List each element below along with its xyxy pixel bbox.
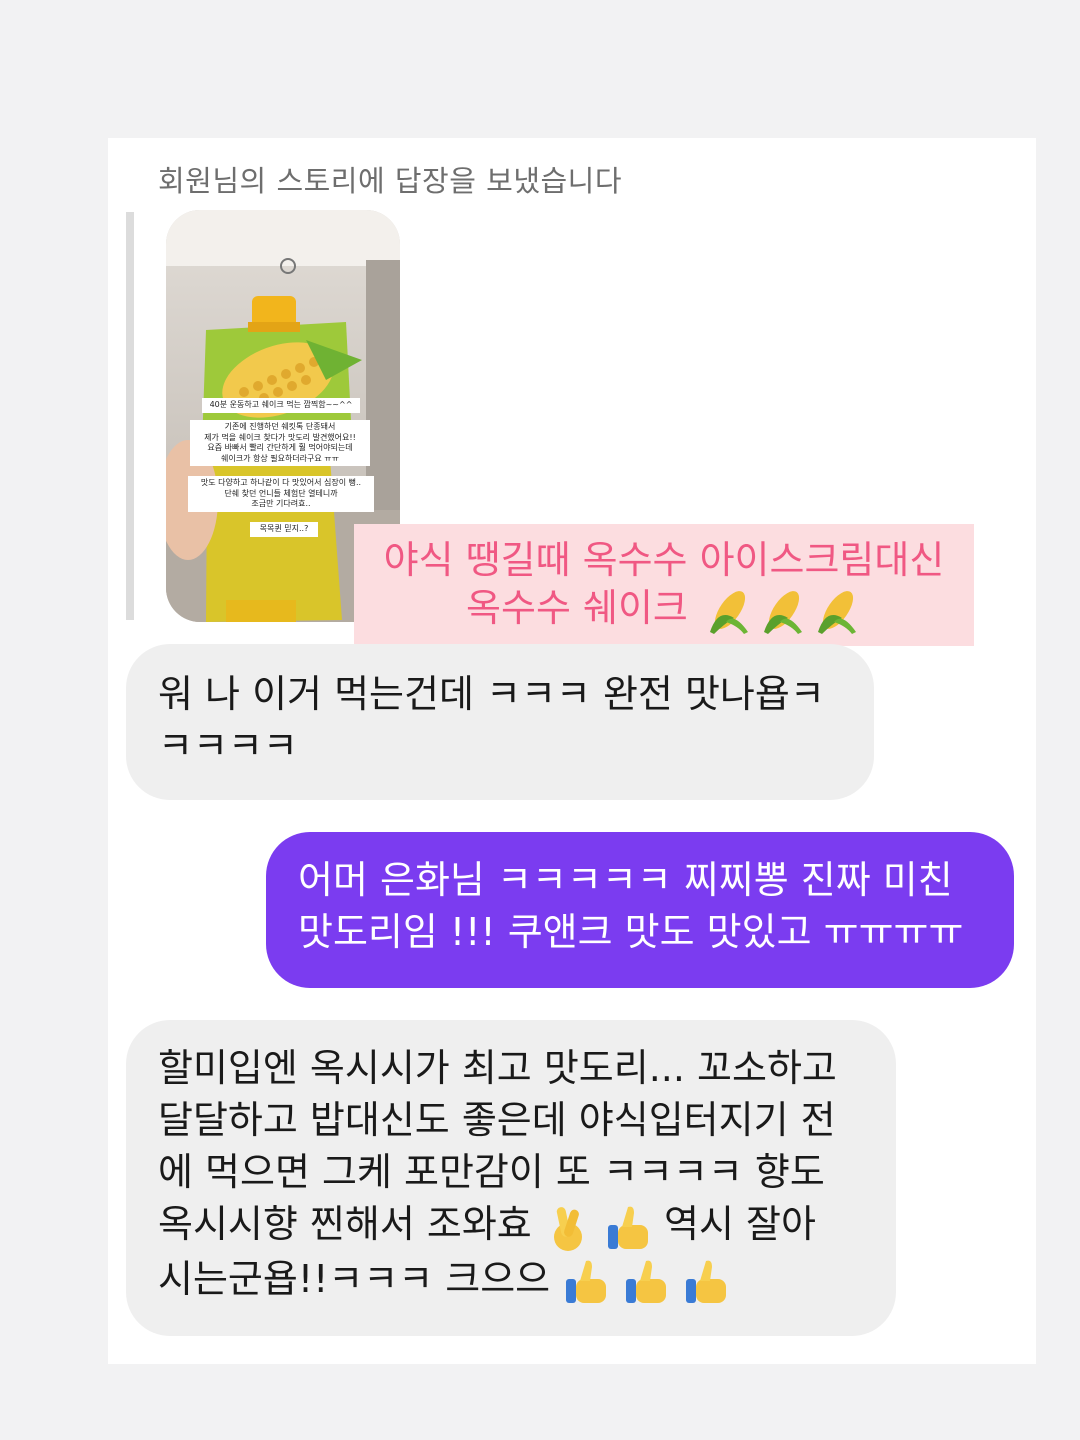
story-quote-bar [126,212,134,620]
message-bubble-received[interactable]: 할미입엔 옥시시가 최고 맛도리... 꼬소하고 달달하고 밥대신도 좋은데 야… [126,1020,896,1336]
story-sticker-3: 맛도 다양하고 하나같이 다 맛있어서 심장이 뻥.. 단쉐 찾던 언니들 체험… [188,476,374,512]
message-text-line-4: 옥시시향 찐해서 조와효 역시 잘아 [158,1198,864,1253]
chat-panel: 회원님의 스토리에 답장을 보냈습니다 40분 운동하고 쉐이크 먹는 깜찍함~… [108,138,1036,1364]
corn-icon [709,590,748,634]
message-text-line: 어머 은화님 ㅋㅋㅋㅋㅋ 찌찌뽕 진짜 미친 [298,858,953,902]
thumbs-up-icon [566,1260,607,1303]
caption-line-1: 야식 땡길때 옥수수 아이스크림대신 [383,538,945,583]
corn-emojis [704,588,862,634]
message-bubble-sent[interactable]: 어머 은화님 ㅋㅋㅋㅋㅋ 찌찌뽕 진짜 미친 맛도리임 !!! 쿠앤크 맛도 맛… [266,832,1014,988]
thumbs-up-icon [607,1206,648,1249]
message-text-line: 에 먹으면 그케 포만감이 또 ㅋㅋㅋㅋ 향도 [158,1150,825,1194]
thumbs-up-icon [686,1260,727,1303]
story-reply-label: 회원님의 스토리에 답장을 보냈습니다 [158,164,623,198]
caption-line-2-wrap: 옥수수 쉐이크 [354,584,974,634]
message-text-segment: 시는군욥!!ㅋㅋㅋ 크으으 [158,1256,551,1301]
message-text-line: ㅋㅋㅋㅋ [158,724,298,768]
thumbs-up-icon [626,1260,667,1303]
message-text-line: 워 나 이거 먹는건데 ㅋㅋㅋ 완전 맛나욥ㅋ [158,672,825,716]
message-text-segment: 옥시시향 찐해서 조와효 [158,1202,532,1246]
story-sticker-4: 목목퀸 믿지..? [250,522,318,537]
story-sticker-1: 40분 운동하고 쉐이크 먹는 깜찍함~~^^ [202,398,360,413]
message-text-line: 맛도리임 !!! 쿠앤크 맛도 맛있고 ㅠㅠㅠㅠ [298,910,964,954]
caption-line-2: 옥수수 쉐이크 [466,586,688,631]
message-text-line: 할미입엔 옥시시가 최고 맛도리... 꼬소하고 [158,1046,837,1090]
crossed-fingers-icon [553,1206,582,1251]
story-sticker-2: 기존에 진행하던 쉐킷톡 단종돼서 제가 먹을 쉐이크 찾다가 맛도리 발견했어… [190,420,370,466]
story-caption: 야식 땡길때 옥수수 아이스크림대신 옥수수 쉐이크 [354,524,974,646]
corn-icon [763,590,802,634]
corn-icon [817,590,856,634]
message-text-line: 달달하고 밥대신도 좋은데 야식입터지기 전 [158,1098,836,1142]
message-bubble-received[interactable]: 워 나 이거 먹는건데 ㅋㅋㅋ 완전 맛나욥ㅋ ㅋㅋㅋㅋ [126,644,874,800]
message-text-segment: 역시 잘아 [664,1202,816,1246]
message-text-line-5: 시는군욥!!ㅋㅋㅋ 크으으 [158,1253,864,1308]
